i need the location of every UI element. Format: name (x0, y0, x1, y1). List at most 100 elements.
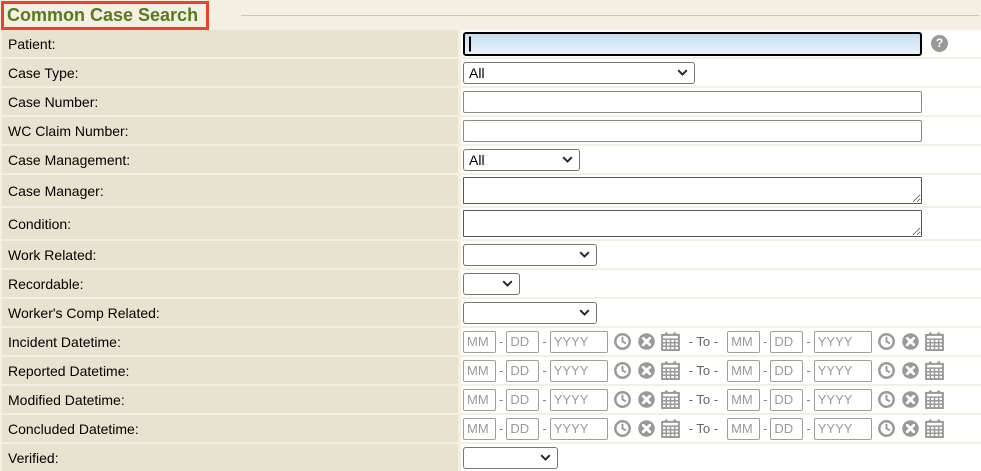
form-row-case-type: Case Type:All (0, 59, 981, 86)
date-separator: - (806, 334, 810, 349)
month-input[interactable] (463, 389, 496, 411)
day-input[interactable] (506, 418, 539, 440)
month-input[interactable] (727, 331, 760, 353)
case-number-input[interactable] (463, 91, 922, 113)
form-row-work-related: Work Related: (0, 241, 981, 268)
help-icon[interactable]: ? (931, 35, 948, 52)
date-separator: - (763, 334, 767, 349)
date-separator: - (806, 363, 810, 378)
year-input[interactable] (550, 331, 608, 353)
clock-icon[interactable] (613, 332, 632, 351)
incident-datetime-range: --- To --- (461, 328, 981, 355)
chevron-down-icon (677, 69, 688, 76)
field-label-workers-comp-related: Worker's Comp Related: (2, 299, 458, 326)
date-range-to-label: - To - (689, 421, 718, 436)
field-cell-case-management: All (461, 146, 981, 173)
date-separator: - (542, 334, 546, 349)
patient-input[interactable] (463, 32, 922, 56)
field-cell-verified (461, 444, 981, 471)
verified-select[interactable] (463, 447, 558, 469)
month-input[interactable] (463, 418, 496, 440)
clock-icon[interactable] (877, 390, 896, 409)
day-input[interactable] (770, 360, 803, 382)
field-label-condition: Condition: (2, 208, 458, 239)
month-input[interactable] (727, 418, 760, 440)
calendar-icon[interactable] (925, 332, 944, 351)
day-input[interactable] (506, 389, 539, 411)
chevron-down-icon (502, 280, 513, 287)
fieldset-border-line (241, 15, 979, 16)
day-input[interactable] (770, 331, 803, 353)
year-input[interactable] (814, 418, 872, 440)
field-cell-workers-comp-related (461, 299, 981, 326)
date-separator: - (542, 392, 546, 407)
page-title: Common Case Search (7, 4, 198, 26)
clock-icon[interactable] (613, 361, 632, 380)
date-separator: - (542, 421, 546, 436)
year-input[interactable] (550, 418, 608, 440)
work-related-select[interactable] (463, 244, 597, 266)
field-label-incident-datetime: Incident Datetime: (2, 328, 458, 355)
month-input[interactable] (463, 360, 496, 382)
clear-icon[interactable] (637, 390, 656, 409)
calendar-icon[interactable] (661, 390, 680, 409)
date-separator: - (806, 421, 810, 436)
field-label-case-type: Case Type: (2, 59, 458, 86)
clock-icon[interactable] (613, 390, 632, 409)
calendar-icon[interactable] (925, 419, 944, 438)
recordable-select[interactable] (463, 273, 520, 295)
form-row-patient: Patient:? (0, 30, 981, 57)
text-caret (469, 36, 471, 51)
clock-icon[interactable] (877, 361, 896, 380)
focused-input-wrap (463, 32, 922, 56)
clear-icon[interactable] (901, 361, 920, 380)
day-input[interactable] (506, 331, 539, 353)
form-row-modified-datetime: Modified Datetime:--- To --- (0, 386, 981, 413)
annotation-highlight-box: Common Case Search (1, 1, 209, 30)
case-manager-textarea[interactable] (463, 177, 922, 204)
calendar-icon[interactable] (661, 419, 680, 438)
date-separator: - (499, 363, 503, 378)
date-separator: - (499, 392, 503, 407)
clock-icon[interactable] (877, 419, 896, 438)
calendar-icon[interactable] (925, 361, 944, 380)
case-type-select[interactable]: All (463, 62, 695, 84)
modified-datetime-range: --- To --- (461, 386, 981, 413)
clock-icon[interactable] (877, 332, 896, 351)
clear-icon[interactable] (637, 361, 656, 380)
month-input[interactable] (727, 389, 760, 411)
field-label-case-number: Case Number: (2, 88, 458, 115)
wc-claim-number-input[interactable] (463, 120, 922, 142)
year-input[interactable] (814, 360, 872, 382)
clear-icon[interactable] (901, 332, 920, 351)
clear-icon[interactable] (901, 419, 920, 438)
workers-comp-related-select[interactable] (463, 302, 597, 324)
form-row-reported-datetime: Reported Datetime:--- To --- (0, 357, 981, 384)
chevron-down-icon (540, 454, 551, 461)
day-input[interactable] (770, 418, 803, 440)
year-input[interactable] (814, 331, 872, 353)
field-cell-case-number (461, 88, 981, 115)
field-cell-work-related (461, 241, 981, 268)
condition-textarea[interactable] (463, 210, 922, 237)
case-management-select[interactable]: All (463, 149, 580, 171)
year-input[interactable] (550, 360, 608, 382)
date-separator: - (763, 421, 767, 436)
form-row-case-number: Case Number: (0, 88, 981, 115)
day-input[interactable] (506, 360, 539, 382)
day-input[interactable] (770, 389, 803, 411)
clock-icon[interactable] (613, 419, 632, 438)
form-row-verified: Verified: (0, 444, 981, 471)
calendar-icon[interactable] (661, 361, 680, 380)
calendar-icon[interactable] (661, 332, 680, 351)
year-input[interactable] (814, 389, 872, 411)
month-input[interactable] (463, 331, 496, 353)
year-input[interactable] (550, 389, 608, 411)
date-range-to-label: - To - (689, 392, 718, 407)
clear-icon[interactable] (637, 419, 656, 438)
clear-icon[interactable] (637, 332, 656, 351)
clear-icon[interactable] (901, 390, 920, 409)
select-value: All (469, 152, 485, 168)
calendar-icon[interactable] (925, 390, 944, 409)
month-input[interactable] (727, 360, 760, 382)
